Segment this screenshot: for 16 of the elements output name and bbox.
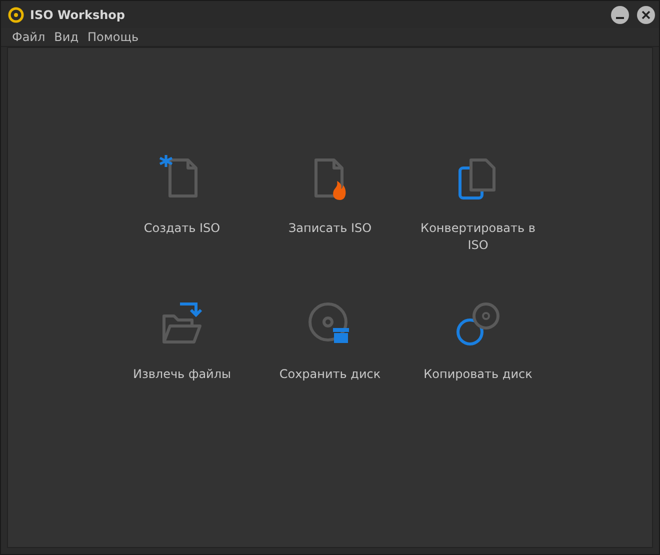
app-logo-icon [8,6,24,22]
menu-item[interactable]: Помощь [87,30,139,44]
action-tile[interactable]: Извлечь файлы [108,300,256,446]
minimize-icon [616,16,624,18]
close-icon [641,10,651,20]
action-tile[interactable]: Создать ISO [108,154,256,300]
two-discs-icon [454,300,502,348]
menu-item[interactable]: Вид [54,30,78,44]
close-button[interactable] [637,6,655,24]
menu-item[interactable]: Файл [12,30,46,44]
action-tile[interactable]: Конвертировать в ISO [404,154,552,300]
action-tile[interactable]: Записать ISO [256,154,404,300]
window-title: ISO Workshop [30,8,125,22]
minimize-button[interactable] [611,6,629,24]
action-tile[interactable]: Копировать диск [404,300,552,446]
action-tile[interactable]: Сохранить диск [256,300,404,446]
